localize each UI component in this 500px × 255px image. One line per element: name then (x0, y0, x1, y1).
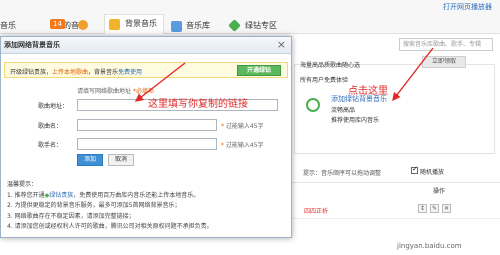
click-here-annotation: 点击这里 (348, 86, 388, 97)
fill-link-annotation: 这里填写你复制的链接 (148, 99, 248, 110)
arrow-to-add-link (392, 47, 434, 102)
annotation-arrows (134, 47, 434, 102)
